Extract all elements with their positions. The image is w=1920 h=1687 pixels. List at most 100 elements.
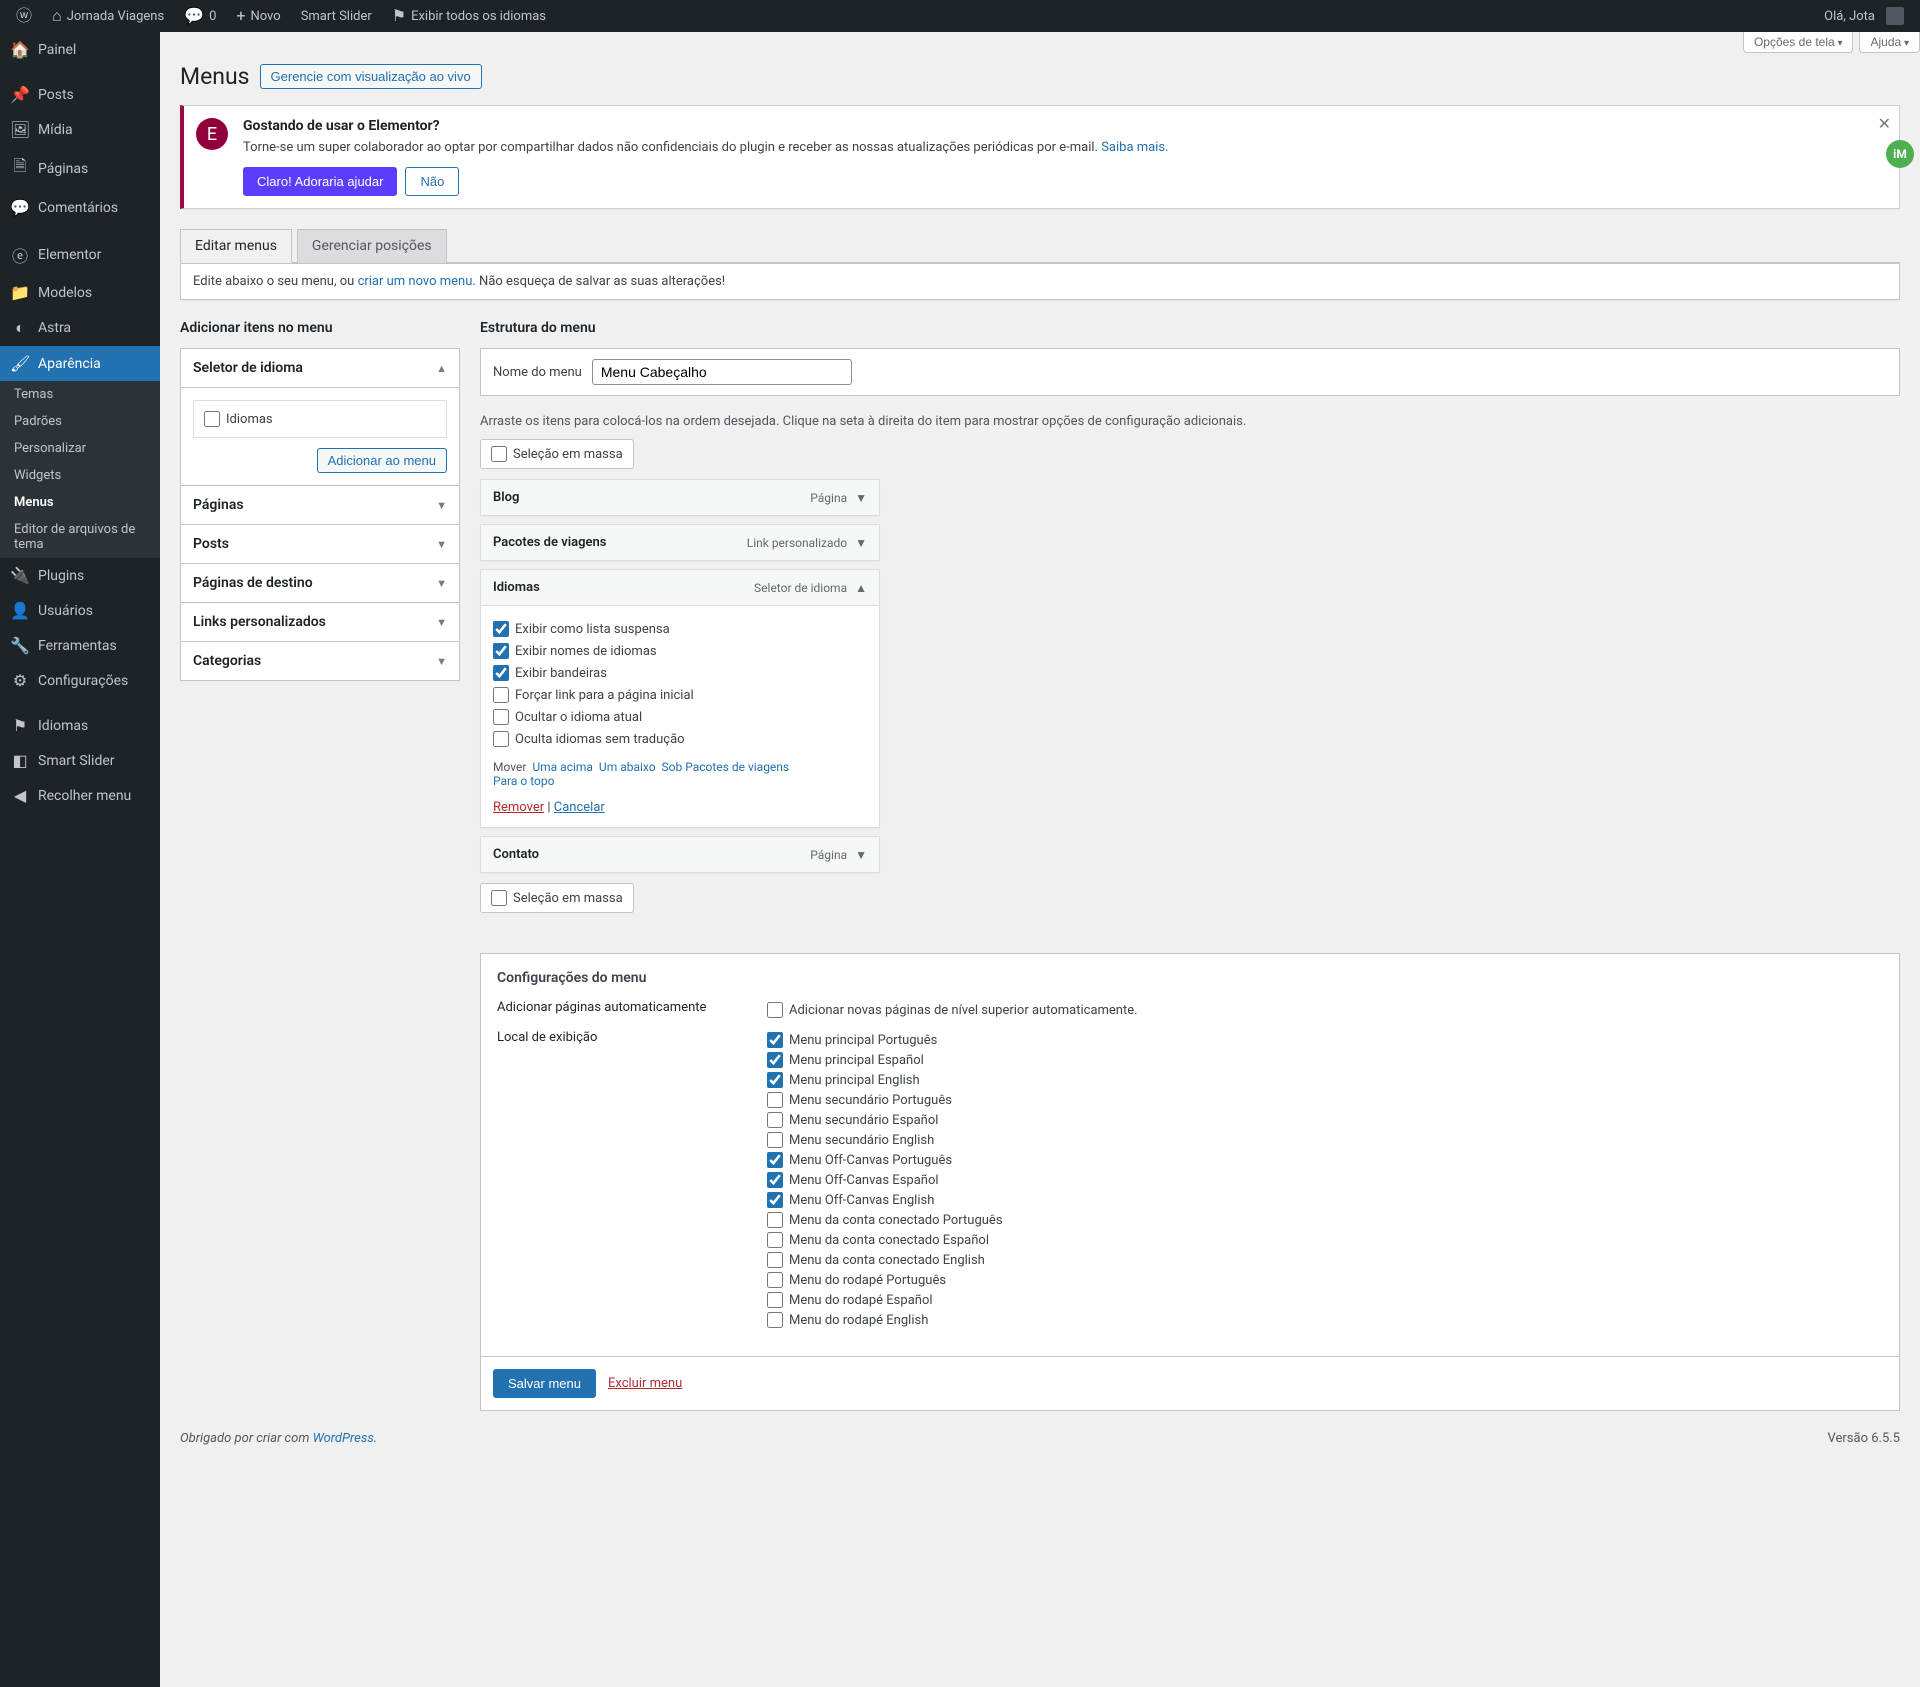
menu-media[interactable]: 🖼Mídia <box>0 112 160 147</box>
location-checkbox[interactable] <box>767 1032 783 1048</box>
menu-smart-slider[interactable]: ◧Smart Slider <box>0 743 160 778</box>
panel-categories[interactable]: Categorias▼ <box>181 642 459 680</box>
location-checkbox[interactable] <box>767 1152 783 1168</box>
panel-custom-links[interactable]: Links personalizados▼ <box>181 603 459 641</box>
smart-slider-link[interactable]: Smart Slider <box>293 0 380 32</box>
panel-posts[interactable]: Posts▼ <box>181 525 459 563</box>
menu-item-languages-header[interactable]: Idiomas Seletor de idioma▲ <box>481 570 879 605</box>
location-checkbox[interactable] <box>767 1072 783 1088</box>
wordpress-link[interactable]: WordPress <box>313 1431 374 1446</box>
location-checkbox[interactable] <box>767 1052 783 1068</box>
save-menu-button[interactable]: Salvar menu <box>493 1369 596 1398</box>
bulk-select-top[interactable]: Seleção em massa <box>480 439 634 469</box>
auto-add-checkbox-row[interactable]: Adicionar novas páginas de nível superio… <box>767 1000 1138 1020</box>
location-checkbox[interactable] <box>767 1112 783 1128</box>
menu-item-packages-header[interactable]: Pacotes de viagens Link personalizado▼ <box>481 525 879 560</box>
tab-manage-locations[interactable]: Gerenciar posições <box>297 229 447 263</box>
opt-hide-untranslated[interactable]: Oculta idiomas sem tradução <box>493 728 867 750</box>
location-checkbox-row[interactable]: Menu da conta conectado Español <box>767 1230 1003 1250</box>
location-checkbox-row[interactable]: Menu Off-Canvas Português <box>767 1150 1003 1170</box>
opt-show-names[interactable]: Exibir nomes de idiomas <box>493 640 867 662</box>
opt-force-home[interactable]: Forçar link para a página inicial <box>493 684 867 706</box>
menu-settings[interactable]: ⚙Configurações <box>0 663 160 698</box>
opt-dropdown[interactable]: Exibir como lista suspensa <box>493 618 867 640</box>
location-checkbox[interactable] <box>767 1292 783 1308</box>
location-checkbox-row[interactable]: Menu do rodapé Português <box>767 1270 1003 1290</box>
wp-logo[interactable]: ⓦ <box>8 0 40 32</box>
menu-users[interactable]: 👤Usuários <box>0 593 160 628</box>
user-greeting[interactable]: Olá, Jota <box>1816 0 1912 32</box>
location-checkbox[interactable] <box>767 1312 783 1328</box>
move-top-link[interactable]: Para o topo <box>493 774 554 788</box>
location-checkbox[interactable] <box>767 1232 783 1248</box>
tab-edit-menus[interactable]: Editar menus <box>180 229 292 263</box>
create-new-menu-link[interactable]: criar um novo menu <box>358 274 473 289</box>
menu-collapse[interactable]: ◀Recolher menu <box>0 778 160 813</box>
location-checkbox[interactable] <box>767 1172 783 1188</box>
site-name-link[interactable]: ⌂Jornada Viagens <box>44 0 172 32</box>
location-checkbox-row[interactable]: Menu principal Português <box>767 1030 1003 1050</box>
cancel-item-link[interactable]: Cancelar <box>554 800 605 815</box>
location-checkbox-row[interactable]: Menu da conta conectado Português <box>767 1210 1003 1230</box>
bulk-select-bottom-checkbox[interactable] <box>491 890 507 906</box>
move-under-link[interactable]: Sob Pacotes de viagens <box>662 760 790 774</box>
live-preview-button[interactable]: Gerencie com visualização ao vivo <box>260 64 482 89</box>
menu-name-input[interactable] <box>592 359 852 385</box>
remove-item-link[interactable]: Remover <box>493 800 544 815</box>
move-up-link[interactable]: Uma acima <box>532 760 593 774</box>
location-checkbox-row[interactable]: Menu secundário English <box>767 1130 1003 1150</box>
submenu-themes[interactable]: Temas <box>0 381 160 408</box>
new-content-link[interactable]: +Novo <box>228 0 288 32</box>
panel-language-selector[interactable]: Seletor de idioma▲ <box>181 349 459 388</box>
submenu-customize[interactable]: Personalizar <box>0 435 160 462</box>
menu-plugins[interactable]: 🔌Plugins <box>0 558 160 593</box>
location-checkbox-row[interactable]: Menu secundário Español <box>767 1110 1003 1130</box>
delete-menu-link[interactable]: Excluir menu <box>608 1376 682 1391</box>
bulk-select-bottom[interactable]: Seleção em massa <box>480 883 634 913</box>
location-checkbox-row[interactable]: Menu do rodapé English <box>767 1310 1003 1330</box>
location-checkbox[interactable] <box>767 1252 783 1268</box>
screen-options-button[interactable]: Opções de tela <box>1743 32 1854 53</box>
show-languages-link[interactable]: ⚑Exibir todos os idiomas <box>384 0 554 32</box>
learn-more-link[interactable]: Saiba mais. <box>1101 140 1168 155</box>
location-checkbox[interactable] <box>767 1272 783 1288</box>
menu-pages[interactable]: 🗎Páginas <box>0 147 160 190</box>
location-checkbox-row[interactable]: Menu principal Español <box>767 1050 1003 1070</box>
languages-checkbox[interactable] <box>204 411 220 427</box>
panel-landing-pages[interactable]: Páginas de destino▼ <box>181 564 459 602</box>
location-checkbox[interactable] <box>767 1192 783 1208</box>
menu-templates[interactable]: 📁Modelos <box>0 275 160 310</box>
submenu-menus[interactable]: Menus <box>0 489 160 516</box>
comments-link[interactable]: 💬0 <box>176 0 224 32</box>
menu-languages[interactable]: ⚑Idiomas <box>0 708 160 743</box>
panel-pages[interactable]: Páginas▼ <box>181 486 459 524</box>
opt-show-flags[interactable]: Exibir bandeiras <box>493 662 867 684</box>
submenu-theme-editor[interactable]: Editor de arquivos de tema <box>0 516 160 558</box>
location-checkbox[interactable] <box>767 1092 783 1108</box>
location-checkbox-row[interactable]: Menu principal English <box>767 1070 1003 1090</box>
opt-hide-current[interactable]: Ocultar o idioma atual <box>493 706 867 728</box>
location-checkbox-row[interactable]: Menu secundário Português <box>767 1090 1003 1110</box>
languages-checkbox-row[interactable]: Idiomas <box>204 411 436 427</box>
location-checkbox-row[interactable]: Menu do rodapé Español <box>767 1290 1003 1310</box>
move-down-link[interactable]: Um abaixo <box>599 760 656 774</box>
menu-tools[interactable]: 🔧Ferramentas <box>0 628 160 663</box>
menu-item-blog-header[interactable]: Blog Página▼ <box>481 480 879 515</box>
menu-item-contact-header[interactable]: Contato Página▼ <box>481 837 879 872</box>
help-button[interactable]: Ajuda <box>1859 32 1920 53</box>
menu-elementor[interactable]: ⓔElementor <box>0 235 160 275</box>
menu-posts[interactable]: 📌Posts <box>0 77 160 112</box>
add-to-menu-button[interactable]: Adicionar ao menu <box>317 448 447 473</box>
bulk-select-top-checkbox[interactable] <box>491 446 507 462</box>
submenu-widgets[interactable]: Widgets <box>0 462 160 489</box>
menu-comments[interactable]: 💬Comentários <box>0 190 160 225</box>
menu-painel[interactable]: 🏠Painel <box>0 32 160 67</box>
notice-yes-button[interactable]: Claro! Adoraria ajudar <box>243 167 397 196</box>
notice-no-button[interactable]: Não <box>405 167 459 196</box>
location-checkbox-row[interactable]: Menu Off-Canvas Español <box>767 1170 1003 1190</box>
float-badge[interactable]: iM <box>1886 140 1914 168</box>
menu-astra[interactable]: ◐Astra <box>0 310 160 346</box>
location-checkbox[interactable] <box>767 1212 783 1228</box>
notice-close-button[interactable]: ✕ <box>1878 114 1891 134</box>
location-checkbox-row[interactable]: Menu Off-Canvas English <box>767 1190 1003 1210</box>
